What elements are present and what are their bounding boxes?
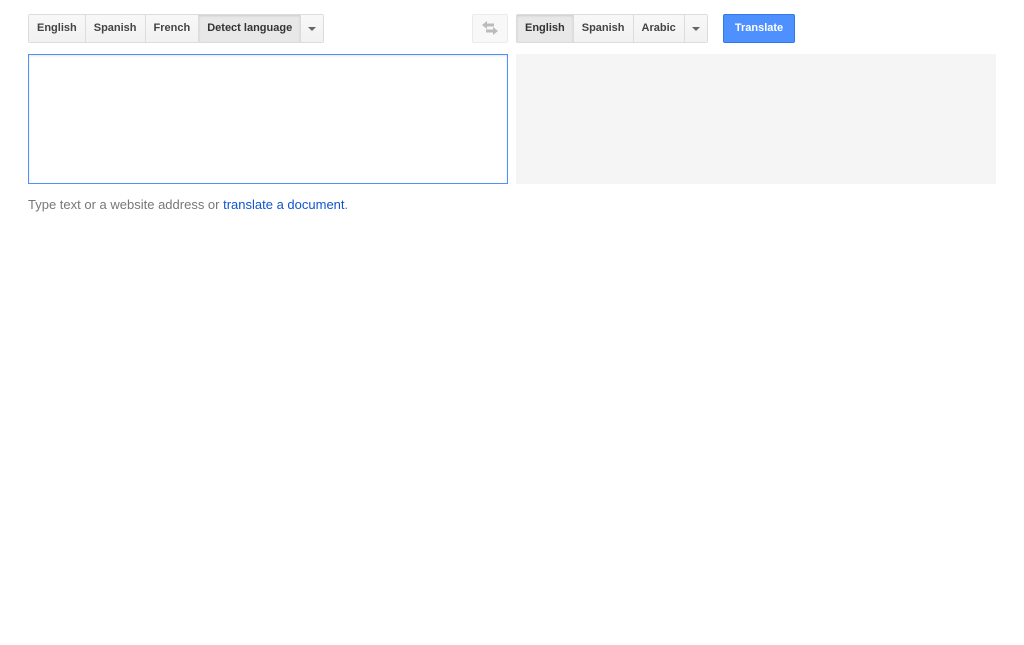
translate-button[interactable]: Translate — [723, 14, 795, 43]
hint-suffix: . — [344, 197, 349, 212]
chevron-down-icon — [691, 27, 700, 31]
source-lang-english[interactable]: English — [29, 15, 86, 42]
swap-languages-icon — [482, 21, 498, 35]
target-lang-spanish[interactable]: Spanish — [573, 15, 634, 42]
source-lang-detect[interactable]: Detect language — [199, 15, 302, 42]
translate-document-link[interactable]: translate a document — [223, 197, 344, 212]
source-lang-spanish[interactable]: Spanish — [85, 15, 146, 42]
target-language-bar: English Spanish Arabic — [516, 14, 708, 43]
translation-result-box — [516, 54, 996, 184]
source-lang-french[interactable]: French — [145, 15, 200, 42]
source-text-input[interactable] — [28, 54, 508, 184]
swap-languages-button[interactable] — [472, 14, 508, 43]
chevron-down-icon — [308, 27, 317, 31]
target-lang-more-button[interactable] — [684, 15, 707, 42]
translate-page: English Spanish French Detect language E… — [0, 0, 1024, 645]
input-hint: Type text or a website address or transl… — [28, 197, 348, 212]
hint-text: Type text or a website address or — [28, 197, 224, 212]
target-lang-english[interactable]: English — [517, 15, 574, 42]
source-lang-more-button[interactable] — [301, 15, 324, 42]
target-lang-arabic[interactable]: Arabic — [633, 15, 685, 42]
source-language-bar: English Spanish French Detect language — [28, 14, 325, 43]
